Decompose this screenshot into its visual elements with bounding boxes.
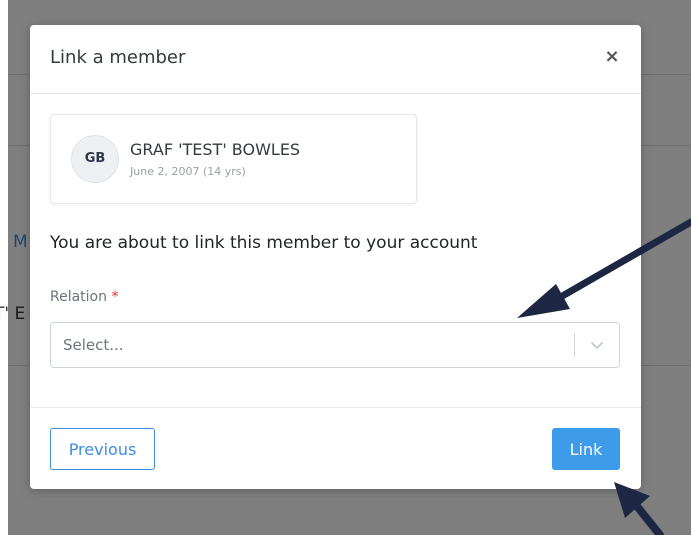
chevron-down-icon[interactable] xyxy=(589,337,605,353)
modal-footer-divider xyxy=(30,407,641,408)
previous-button[interactable]: Previous xyxy=(50,428,155,470)
select-separator xyxy=(574,333,575,357)
member-name: GRAF 'TEST' BOWLES xyxy=(130,140,301,159)
close-icon[interactable]: × xyxy=(603,46,621,68)
relation-label: Relation * xyxy=(50,289,118,305)
link-member-modal: Link a member × GB GRAF 'TEST' BOWLES Ju… xyxy=(30,25,641,489)
relation-label-text: Relation xyxy=(50,289,107,305)
member-card: GB GRAF 'TEST' BOWLES June 2, 2007 (14 y… xyxy=(50,114,417,204)
avatar: GB xyxy=(71,135,119,183)
relation-select[interactable]: Select... xyxy=(50,322,620,368)
required-marker: * xyxy=(111,289,119,305)
member-dob: June 2, 2007 (14 yrs) xyxy=(130,165,246,178)
link-message: You are about to link this member to you… xyxy=(50,233,478,253)
modal-header: Link a member × xyxy=(30,25,641,94)
modal-title: Link a member xyxy=(50,47,186,68)
link-button[interactable]: Link xyxy=(552,428,620,470)
relation-select-placeholder: Select... xyxy=(63,336,124,354)
